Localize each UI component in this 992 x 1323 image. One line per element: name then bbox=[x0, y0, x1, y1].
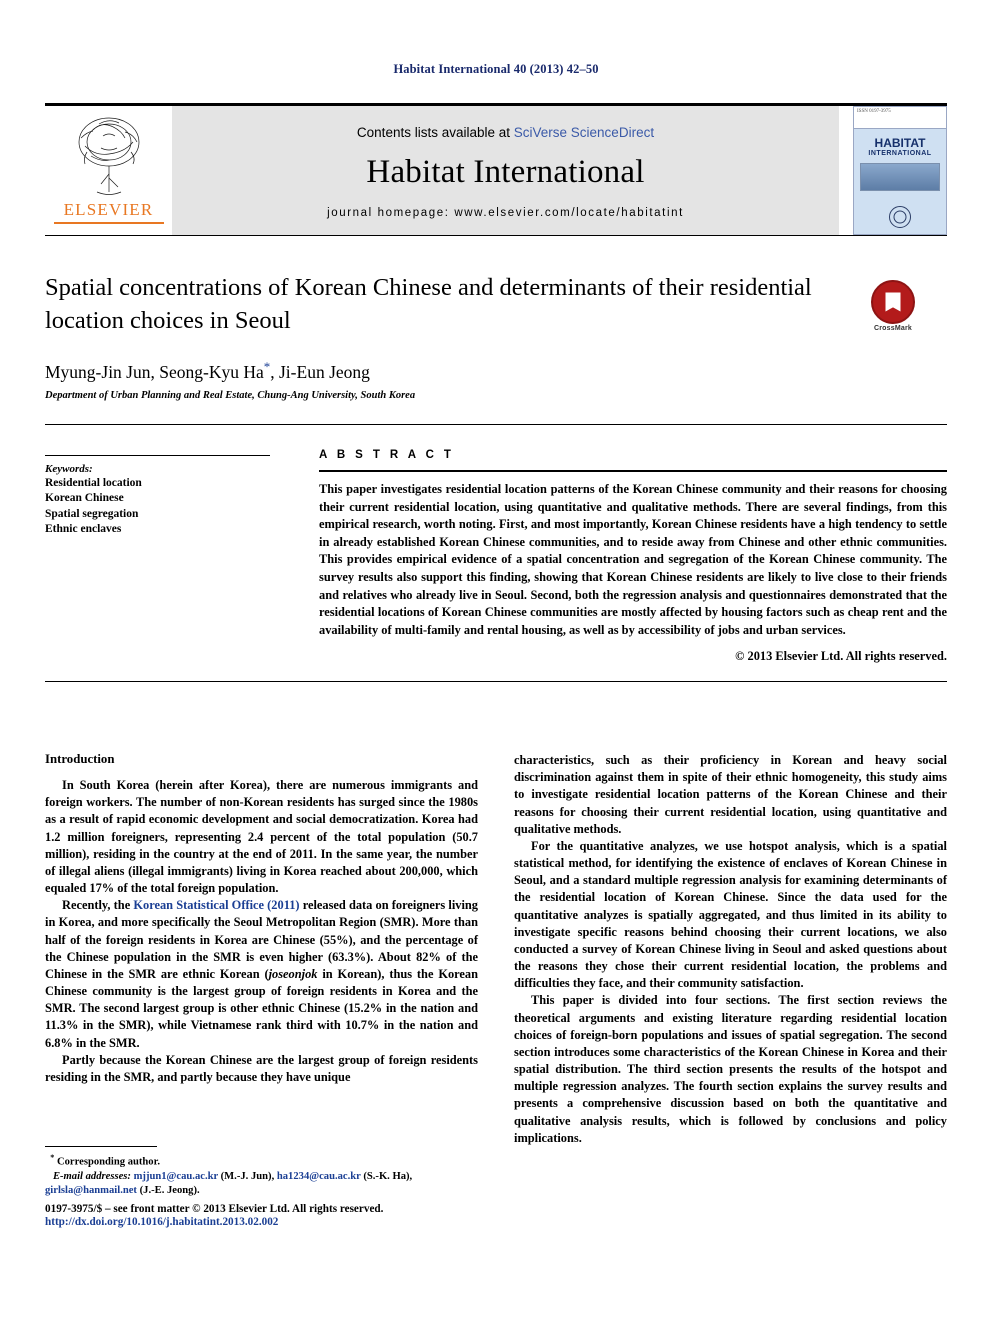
journal-homepage[interactable]: journal homepage: www.elsevier.com/locat… bbox=[327, 207, 684, 219]
journal-title: Habitat International bbox=[366, 153, 645, 190]
email-person: (S.-K. Ha) bbox=[363, 1170, 410, 1182]
keywords-column: Keywords: Residential location Korean Ch… bbox=[45, 425, 295, 681]
elsevier-underline bbox=[53, 222, 164, 224]
email-link[interactable]: ha1234@cau.ac.kr bbox=[277, 1171, 361, 1182]
page-title: Spatial concentrations of Korean Chinese… bbox=[45, 274, 812, 334]
cover-title-sub: INTERNATIONAL bbox=[868, 149, 932, 157]
keywords-rule bbox=[45, 455, 270, 456]
author-names-tail: , Ji-Eun Jeong bbox=[270, 361, 370, 382]
keyword-item: Ethnic enclaves bbox=[45, 522, 122, 535]
email-person: (J.-E. Jeong) bbox=[139, 1185, 198, 1197]
keyword-item: Spatial segregation bbox=[45, 507, 139, 520]
email-link[interactable]: girlsla@hanmail.net bbox=[45, 1185, 137, 1196]
cover-corner-note: ISSN 0197-3975 bbox=[854, 107, 946, 129]
author-names: Myung-Jin Jun, Seong-Kyu Ha bbox=[45, 361, 264, 382]
paragraph: Partly because the Korean Chinese are th… bbox=[45, 1052, 478, 1084]
elsevier-logo: ELSEVIER bbox=[45, 106, 172, 235]
author-list: Myung-Jin Jun, Seong-Kyu Ha*, Ji-Eun Jeo… bbox=[45, 359, 947, 383]
asterisk-icon: * bbox=[50, 1153, 55, 1162]
paragraph-text: Recently, the bbox=[62, 898, 134, 913]
cover-title: HABITAT INTERNATIONAL bbox=[854, 137, 946, 157]
keyword-item: Korean Chinese bbox=[45, 492, 124, 505]
crossmark-label: CrossMark bbox=[874, 325, 912, 332]
contents-available-line: Contents lists available at SciVerse Sci… bbox=[357, 125, 654, 140]
email-person: (M.-J. Jun) bbox=[220, 1170, 272, 1182]
doi-link[interactable]: http://dx.doi.org/10.1016/j.habitatint.2… bbox=[45, 1216, 545, 1228]
paragraph: For the quantitative analyzes, we use ho… bbox=[514, 838, 947, 991]
abstract-text: This paper investigates residential loca… bbox=[319, 482, 947, 637]
corresponding-author-note: * Corresponding author. bbox=[45, 1153, 478, 1170]
left-column: Introduction In South Korea (herein afte… bbox=[45, 752, 478, 1147]
keywords-heading: Keywords: bbox=[45, 463, 93, 475]
footnote-rule bbox=[45, 1146, 157, 1147]
title-block: Spatial concentrations of Korean Chinese… bbox=[45, 272, 947, 401]
contents-prefix: Contents lists available at bbox=[356, 124, 514, 140]
abstract-band: Keywords: Residential location Korean Ch… bbox=[45, 424, 947, 682]
cover-publisher-mark-icon bbox=[889, 206, 911, 228]
citation-link[interactable]: Korean Statistical Office (2011) bbox=[133, 898, 299, 912]
email-link[interactable]: mjjun1@cau.ac.kr bbox=[134, 1171, 218, 1182]
body-columns: Introduction In South Korea (herein afte… bbox=[45, 752, 947, 1147]
cover-title-main: HABITAT bbox=[874, 136, 926, 150]
abstract-column: A B S T R A C T This paper investigates … bbox=[295, 425, 947, 681]
email-addresses-note: E-mail addresses: mjjun1@cau.ac.kr (M.-J… bbox=[45, 1170, 413, 1197]
foreign-term: joseonjok bbox=[268, 966, 318, 981]
front-matter-line: 0197-3975/$ – see front matter © 2013 El… bbox=[45, 1203, 384, 1215]
email-label: E-mail addresses: bbox=[52, 1170, 131, 1182]
corresponding-author-text: Corresponding author. bbox=[56, 1156, 160, 1168]
elsevier-tree-icon bbox=[63, 112, 155, 198]
running-head: Habitat International 40 (2013) 42–50 bbox=[393, 62, 599, 76]
sciencedirect-link[interactable]: SciVerse ScienceDirect bbox=[514, 125, 654, 140]
paragraph-with-citation: Recently, the Korean Statistical Office … bbox=[45, 897, 478, 1052]
crossmark-badge[interactable]: CrossMark bbox=[861, 280, 925, 332]
cover-photo bbox=[860, 162, 940, 191]
paragraph: In South Korea (herein after Korea), the… bbox=[45, 778, 478, 896]
journal-masthead: ELSEVIER Contents lists available at Sci… bbox=[45, 103, 947, 236]
footnote-block: * Corresponding author. E-mail addresses… bbox=[45, 1146, 478, 1199]
journal-cover-thumbnail: ISSN 0197-3975 HABITAT INTERNATIONAL bbox=[853, 106, 947, 235]
elsevier-wordmark: ELSEVIER bbox=[63, 200, 154, 219]
abstract-heading: A B S T R A C T bbox=[319, 449, 455, 461]
affiliation: Department of Urban Planning and Real Es… bbox=[45, 389, 416, 401]
crossmark-icon bbox=[871, 280, 915, 324]
right-column: characteristics, such as their proficien… bbox=[514, 752, 947, 1147]
abstract-copyright: © 2013 Elsevier Ltd. All rights reserved… bbox=[735, 649, 947, 664]
paragraph: This paper is divided into four sections… bbox=[514, 993, 947, 1145]
abstract-rule bbox=[319, 470, 947, 472]
page-footer: 0197-3975/$ – see front matter © 2013 El… bbox=[45, 1203, 545, 1228]
article-page: Habitat International 40 (2013) 42–50 EL… bbox=[0, 0, 992, 1323]
section-heading-introduction: Introduction bbox=[45, 752, 115, 766]
paragraph: characteristics, such as their proficien… bbox=[514, 753, 947, 836]
keyword-item: Residential location bbox=[45, 477, 142, 489]
masthead-center: Contents lists available at SciVerse Sci… bbox=[172, 106, 839, 235]
